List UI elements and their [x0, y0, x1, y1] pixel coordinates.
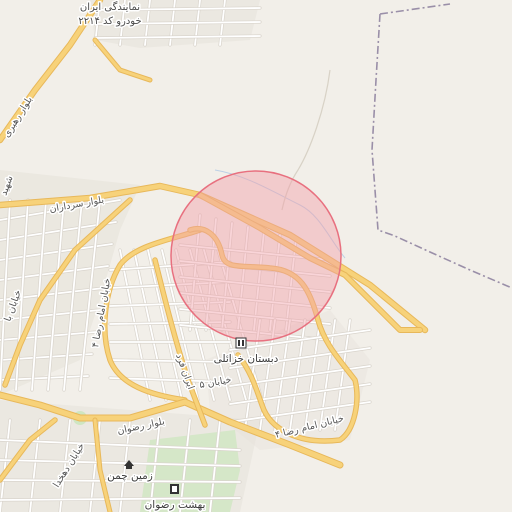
label-zamin-chaman: زمین چمن — [107, 470, 153, 482]
label-dealer-line2: خودرو کد ۲۲۱۴ — [78, 16, 141, 27]
label-dealer-line1: نمایندگی ایران — [80, 1, 140, 13]
label-school: دبستان خزائلی — [214, 353, 279, 365]
map-canvas[interactable]: نمایندگی ایران خودرو کد ۲۲۱۴ بلوار رهبری… — [0, 0, 512, 512]
school-icon[interactable] — [235, 337, 247, 349]
label-behesht-rezvan: بهشت رضوان — [145, 499, 206, 511]
radius-highlight-circle[interactable] — [170, 170, 342, 342]
cemetery-icon[interactable] — [170, 484, 179, 494]
map-view[interactable]: نمایندگی ایران خودرو کد ۲۲۱۴ بلوار رهبری… — [0, 0, 512, 512]
